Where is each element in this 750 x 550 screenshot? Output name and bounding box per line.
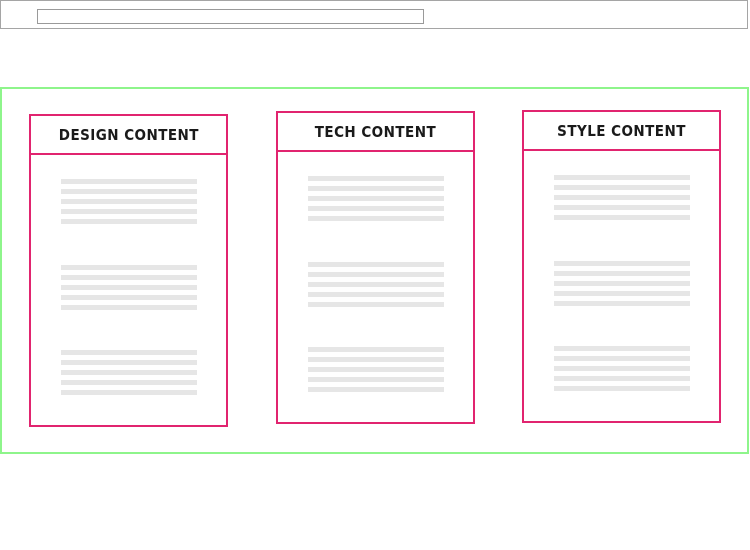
text-placeholder-line xyxy=(61,275,197,280)
text-placeholder-line xyxy=(308,367,444,372)
card-header: TECH CONTENT xyxy=(278,113,473,152)
text-placeholder-line xyxy=(308,262,444,267)
style-content-card: STYLE CONTENT xyxy=(522,110,721,423)
address-bar[interactable] xyxy=(37,9,424,24)
text-placeholder-line xyxy=(61,390,197,395)
text-placeholder-group xyxy=(554,261,690,311)
text-placeholder-line xyxy=(308,387,444,392)
text-placeholder-group xyxy=(61,179,197,229)
text-placeholder-line xyxy=(308,206,444,211)
text-placeholder-line xyxy=(61,199,197,204)
text-placeholder-group xyxy=(308,262,444,312)
card-title: DESIGN CONTENT xyxy=(58,125,199,144)
text-placeholder-line xyxy=(554,185,690,190)
text-placeholder-line xyxy=(308,302,444,307)
text-placeholder-line xyxy=(308,347,444,352)
card-title: STYLE CONTENT xyxy=(557,121,686,140)
text-placeholder-group xyxy=(554,346,690,396)
text-placeholder-line xyxy=(554,301,690,306)
text-placeholder-line xyxy=(61,285,197,290)
tech-content-card: TECH CONTENT xyxy=(276,111,475,424)
text-placeholder-line xyxy=(554,261,690,266)
text-placeholder-line xyxy=(61,295,197,300)
text-placeholder-line xyxy=(61,209,197,214)
text-placeholder-line xyxy=(554,386,690,391)
text-placeholder-line xyxy=(554,271,690,276)
text-placeholder-line xyxy=(308,282,444,287)
text-placeholder-line xyxy=(554,376,690,381)
text-placeholder-line xyxy=(61,350,197,355)
text-placeholder-line xyxy=(554,175,690,180)
text-placeholder-line xyxy=(61,305,197,310)
text-placeholder-line xyxy=(308,186,444,191)
text-placeholder-line xyxy=(554,215,690,220)
text-placeholder-line xyxy=(61,189,197,194)
text-placeholder-group xyxy=(61,350,197,400)
text-placeholder-line xyxy=(554,356,690,361)
text-placeholder-line xyxy=(308,357,444,362)
text-placeholder-line xyxy=(554,281,690,286)
text-placeholder-line xyxy=(61,360,197,365)
text-placeholder-line xyxy=(308,377,444,382)
text-placeholder-line xyxy=(308,176,444,181)
text-placeholder-line xyxy=(61,370,197,375)
card-title: TECH CONTENT xyxy=(314,122,437,141)
text-placeholder-line xyxy=(308,216,444,221)
design-content-card: DESIGN CONTENT xyxy=(29,114,228,427)
card-header: STYLE CONTENT xyxy=(524,112,719,151)
text-placeholder-line xyxy=(308,272,444,277)
text-placeholder-group xyxy=(308,347,444,397)
text-placeholder-group xyxy=(61,265,197,315)
text-placeholder-line xyxy=(554,291,690,296)
text-placeholder-group xyxy=(308,176,444,226)
text-placeholder-line xyxy=(554,205,690,210)
text-placeholder-line xyxy=(554,346,690,351)
text-placeholder-line xyxy=(61,380,197,385)
text-placeholder-group xyxy=(554,175,690,225)
text-placeholder-line xyxy=(308,196,444,201)
text-placeholder-line xyxy=(61,265,197,270)
text-placeholder-line xyxy=(554,195,690,200)
text-placeholder-line xyxy=(61,179,197,184)
text-placeholder-line xyxy=(61,219,197,224)
text-placeholder-line xyxy=(554,366,690,371)
text-placeholder-line xyxy=(308,292,444,297)
card-header: DESIGN CONTENT xyxy=(31,116,226,155)
browser-top-bar xyxy=(0,0,748,29)
